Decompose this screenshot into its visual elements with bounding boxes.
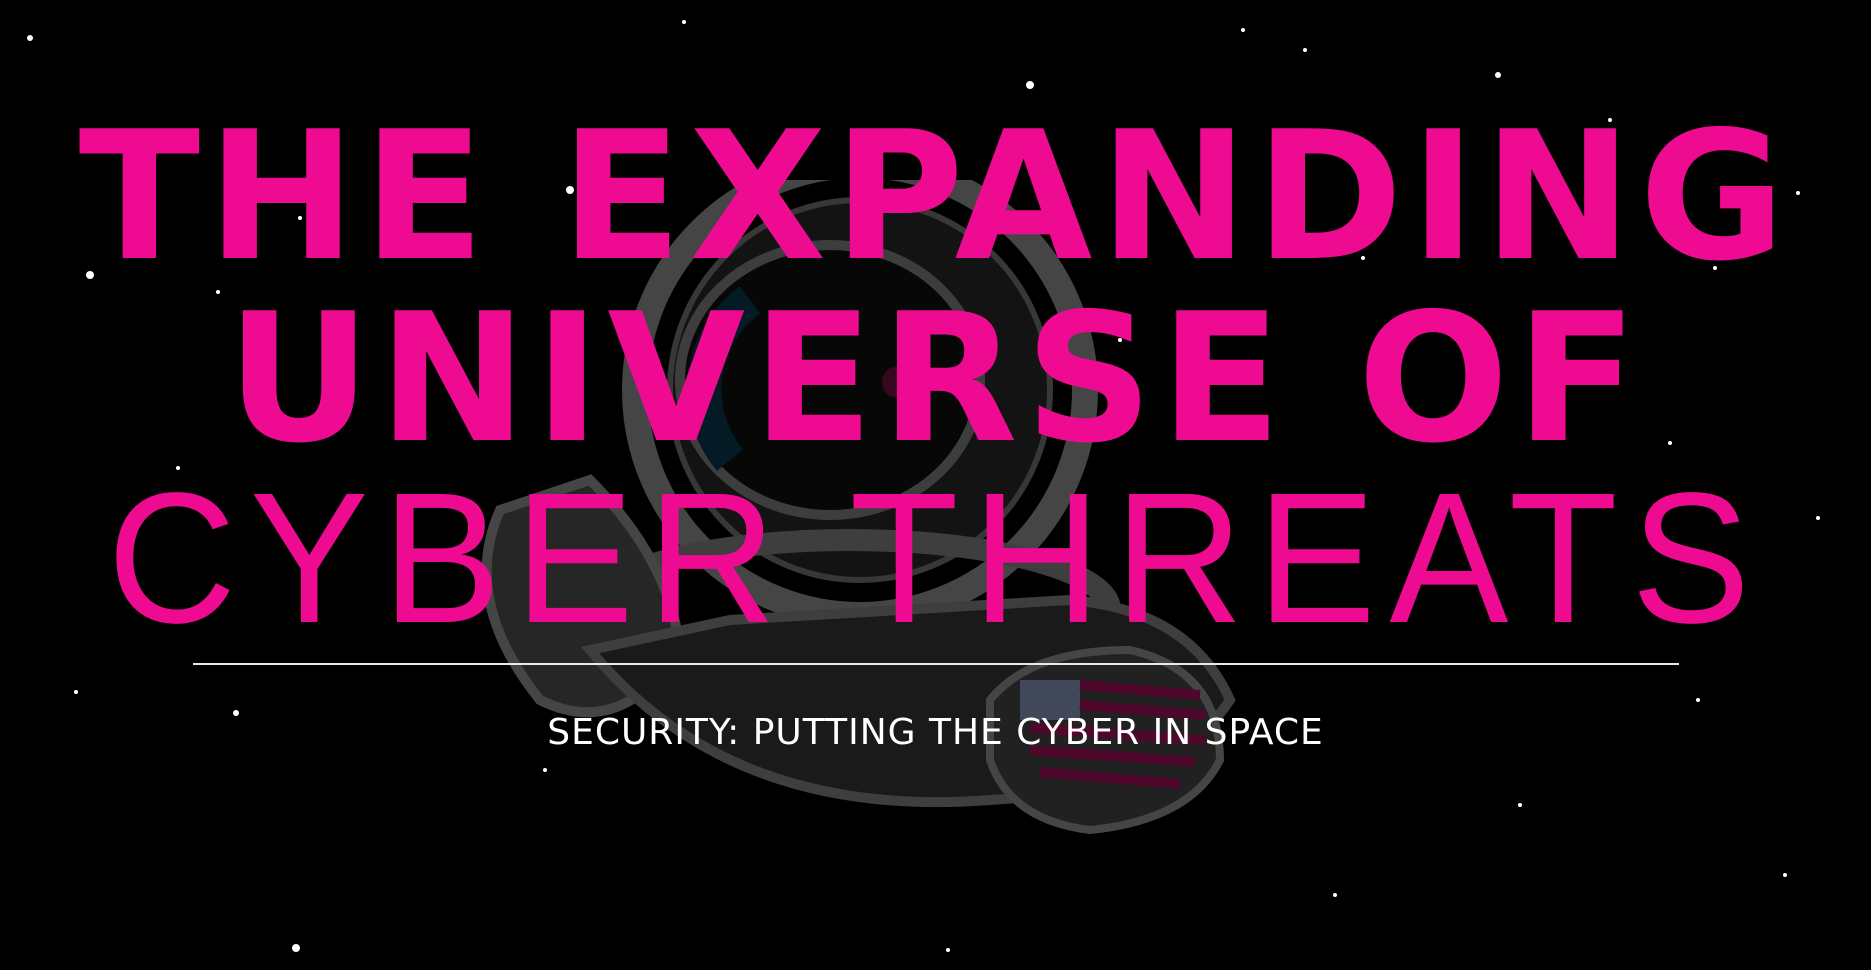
star-icon	[682, 20, 686, 24]
title-line-1: THE EXPANDING	[78, 93, 1793, 300]
star-icon	[1026, 81, 1034, 89]
star-icon	[74, 690, 78, 694]
star-icon	[1518, 803, 1522, 807]
subtitle: SECURITY: PUTTING THE CYBER IN SPACE	[547, 712, 1324, 753]
star-icon	[292, 944, 300, 952]
star-icon	[946, 948, 950, 952]
hero-banner: THE EXPANDING UNIVERSE OF CYBER THREATS …	[0, 0, 1871, 970]
star-icon	[1303, 48, 1307, 52]
star-icon	[1495, 72, 1501, 78]
title-divider	[193, 663, 1679, 665]
title-line-3: CYBER THREATS	[107, 455, 1764, 662]
title-line-2: UNIVERSE OF	[226, 275, 1645, 482]
star-icon	[1783, 873, 1787, 877]
star-icon	[27, 35, 33, 41]
star-icon	[1696, 698, 1700, 702]
star-icon	[1241, 28, 1245, 32]
